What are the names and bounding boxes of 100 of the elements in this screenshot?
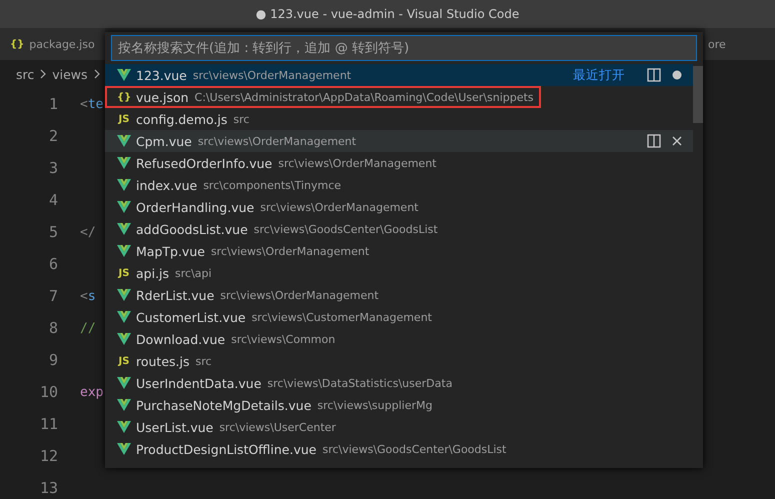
file-item[interactable]: addGoodsList.vue src\views\GoodsCenter\GoodsList [105,218,693,240]
code-text: <s [80,288,96,304]
close-icon[interactable] [671,135,683,147]
editor-tab[interactable]: ore [705,28,775,60]
file-path: src\api [175,266,212,280]
file-path: C:\Users\Administrator\AppData\Roaming\Code\User\snippets [194,90,534,104]
split-icon[interactable] [647,134,661,148]
file-item[interactable]: UserList.vue src\views\UserCenter [105,416,693,438]
vue-icon [117,333,131,345]
file-name: Cpm.vue [136,134,192,148]
breadcrumb-item[interactable]: views [52,66,88,82]
file-name: RderList.vue [136,288,214,302]
editor-tab[interactable]: {} package.jso [0,28,105,60]
js-icon: JS [117,356,131,366]
chevron-icon [40,69,46,79]
chevron-icon [94,69,100,79]
file-path: src\views\GoodsCenter\GoodsList [322,442,506,456]
file-item[interactable]: RderList.vue src\views\OrderManagement [105,284,693,306]
line-number: 1 [48,95,58,113]
line-number: 12 [38,447,58,465]
line-number: 5 [48,223,58,241]
line-number: 13 [38,479,58,497]
file-path: src\views\OrderManagement [220,288,379,302]
file-item[interactable]: index.vue src\components\Tinymce [105,174,693,196]
file-name: routes.js [136,354,190,368]
breadcrumb-item[interactable]: src [16,66,34,82]
vue-icon [117,289,131,301]
file-path: src\components\Tinymce [203,178,342,192]
file-name: 123.vue [136,68,187,82]
file-path: src\views\OrderManagement [192,68,352,82]
file-item[interactable]: JS config.demo.js src [105,108,693,130]
line-number: 8 [48,319,58,337]
file-item[interactable]: JS routes.js src [105,350,693,372]
file-name: addGoodsList.vue [136,222,248,236]
file-item[interactable]: Cpm.vue src\views\OrderManagement [105,130,693,152]
file-name: PurchaseNoteMgDetails.vue [136,398,312,412]
code-text: <te [80,96,104,112]
file-item[interactable]: Download.vue src\views\Common [105,328,693,350]
file-item[interactable]: MapTp.vue src\views\OrderManagement [105,240,693,262]
vue-icon [117,179,131,191]
file-path: src\views\supplierMg [317,398,432,412]
file-item[interactable]: PurchaseNoteMgDetails.vue src\views\supplierMg [105,394,693,416]
file-item[interactable]: ProductDesignListOffline.vue src\views\GoodsCenter\GoodsList [105,438,693,460]
file-item[interactable]: CustomerList.vue src\views\CustomerManagement [105,306,693,328]
file-name: UserIndentData.vue [136,376,262,390]
file-name: RefusedOrderInfo.vue [136,156,272,170]
code-text: // [80,320,96,336]
js-icon: JS [117,114,131,124]
file-name: UserList.vue [136,420,214,434]
file-name: OrderHandling.vue [136,200,254,214]
file-name: ProductDesignListOffline.vue [136,442,316,456]
file-path: src\views\CustomerManagement [252,310,432,324]
line-number: 3 [48,159,58,177]
vue-icon [117,69,131,81]
file-item[interactable]: {} vue.json C:\Users\Administrator\AppData\Roaming\Code\User\snippets [105,86,541,108]
js-icon: JS [117,268,131,278]
file-path: src\views\OrderManagement [278,156,436,170]
vue-icon [117,223,131,235]
file-path: src\views\OrderManagement [260,200,418,214]
file-name: MapTp.vue [136,244,205,258]
file-name: CustomerList.vue [136,310,246,324]
vue-icon [117,157,131,169]
vue-icon [117,311,131,323]
file-item[interactable]: JS api.js src\api [105,262,693,284]
file-item[interactable]: RefusedOrderInfo.vue src\views\OrderManagement [105,152,693,174]
window-title: ● 123.vue - vue-admin - Visual Studio Code [256,7,520,21]
code-text: </ [80,224,96,240]
file-item[interactable]: 123.vue src\views\OrderManagement 最近打开 [105,64,693,86]
file-path: src\views\GoodsCenter\GoodsList [254,222,438,236]
file-name: config.demo.js [136,112,228,126]
file-path: src\views\OrderManagement [198,134,356,148]
vue-icon [117,421,131,433]
file-name: vue.json [136,90,189,104]
split-icon[interactable] [647,68,661,82]
file-path: src [196,354,212,368]
braces-icon: {} [117,92,131,102]
file-path: src\views\OrderManagement [210,244,370,258]
file-item[interactable]: UserIndentData.vue src\views\DataStatistics\userData [105,372,693,394]
line-number: 9 [48,351,58,369]
file-name: Download.vue [136,332,226,346]
unsaved-dot-icon[interactable] [671,69,683,81]
vue-icon [117,201,131,213]
file-path: src\views\DataStatistics\userData [267,376,452,390]
recent-label: 最近打开 [573,66,625,84]
line-number: 6 [48,255,58,273]
search-field[interactable]: 按名称搜索文件(追加 : 转到行，追加 @ 转到符号) [111,35,697,61]
line-number: 11 [38,415,58,433]
vue-icon [117,443,131,455]
file-name: index.vue [136,178,198,192]
file-path: src [233,112,250,126]
vue-icon [117,399,131,411]
line-number: 4 [48,191,58,209]
vue-icon [117,245,131,257]
vue-icon [117,377,131,389]
file-item[interactable]: OrderHandling.vue src\views\OrderManagement [105,196,693,218]
line-number: 2 [48,127,58,145]
code-text: exp [80,384,104,400]
scrollbar[interactable] [693,66,703,123]
vue-icon [117,135,131,147]
file-path: src\views\Common [231,332,336,346]
